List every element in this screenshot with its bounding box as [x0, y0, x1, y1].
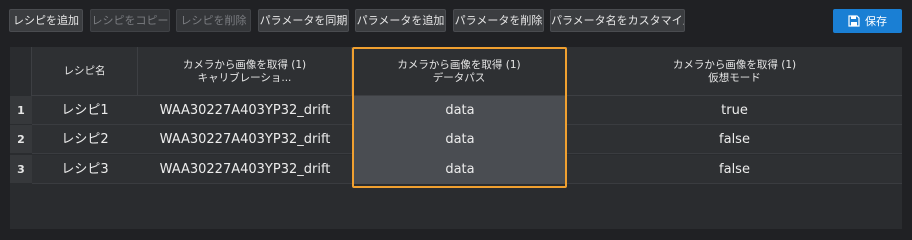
header-line1: カメラから画像を取得 (1) — [672, 58, 797, 71]
header-line1: レシピ名 — [63, 65, 106, 77]
add-parameter-button[interactable]: パラメータを追加 — [355, 9, 446, 32]
copy-recipe-button[interactable]: レシピをコピー — [90, 9, 170, 32]
recipe-table: レシピ名 カメラから画像を取得 (1) キャリブレーショ... カメラから画像を… — [10, 47, 902, 229]
header-line1: カメラから画像を取得 (1) — [397, 58, 521, 71]
row-number[interactable]: 2 — [10, 125, 32, 154]
add-recipe-button[interactable]: レシピを追加 — [9, 9, 83, 32]
save-label: 保存 — [865, 15, 887, 28]
data-path-cell[interactable]: data — [353, 125, 567, 154]
header-data-path[interactable]: カメラから画像を取得 (1) データパス — [352, 47, 567, 96]
virtual-mode-cell[interactable]: false — [567, 155, 902, 184]
row-number[interactable]: 1 — [10, 96, 32, 125]
header-line2: 仮想モード — [708, 71, 761, 84]
recipe-name-cell[interactable]: レシピ3 — [32, 155, 138, 184]
save-button[interactable]: 保存 — [833, 9, 902, 33]
calibration-cell[interactable]: WAA30227A403YP32_drift — [138, 125, 352, 154]
sync-parameters-button[interactable]: パラメータを同期 — [258, 9, 349, 32]
recipe-name-cell[interactable]: レシピ1 — [32, 96, 138, 125]
row-number[interactable]: 3 — [10, 155, 32, 184]
header-line1: カメラから画像を取得 (1) — [182, 58, 307, 71]
header-recipe-name[interactable]: レシピ名 — [32, 47, 138, 96]
toolbar: レシピを追加 レシピをコピー レシピを削除 パラメータを同期 パラメータを追加 … — [0, 0, 912, 42]
customize-parameter-name-button[interactable]: パラメータ名をカスタマイズ — [550, 9, 685, 32]
header-virtual-mode[interactable]: カメラから画像を取得 (1) 仮想モード — [567, 47, 902, 96]
save-icon — [848, 15, 860, 27]
data-path-cell[interactable]: data — [353, 96, 567, 125]
table-header: レシピ名 カメラから画像を取得 (1) キャリブレーショ... カメラから画像を… — [10, 47, 902, 96]
calibration-cell[interactable]: WAA30227A403YP32_drift — [138, 155, 352, 184]
virtual-mode-cell[interactable]: false — [567, 125, 902, 154]
calibration-cell[interactable]: WAA30227A403YP32_drift — [138, 96, 352, 125]
header-line2: データパス — [432, 71, 486, 84]
header-line2: キャリブレーショ... — [197, 71, 292, 84]
header-calibration[interactable]: カメラから画像を取得 (1) キャリブレーショ... — [138, 47, 352, 96]
virtual-mode-cell[interactable]: true — [567, 96, 902, 125]
delete-parameter-button[interactable]: パラメータを削除 — [453, 9, 544, 32]
corner-cell — [10, 47, 32, 96]
recipe-name-cell[interactable]: レシピ2 — [32, 125, 138, 154]
data-path-cell[interactable]: data — [353, 155, 567, 184]
delete-recipe-button[interactable]: レシピを削除 — [176, 9, 251, 32]
